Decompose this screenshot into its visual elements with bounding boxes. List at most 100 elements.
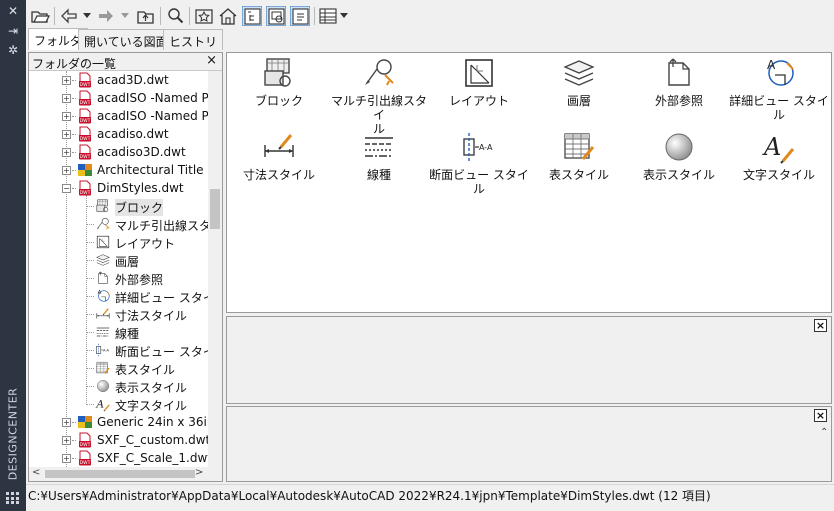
expand-icon[interactable]: + [62,418,71,427]
dwt-file-icon: DWT [77,90,93,106]
vertical-scrollbar[interactable] [208,71,222,467]
tree-subnode[interactable]: 画層 [29,251,208,269]
content-item-label: 寸法スタイル [242,168,315,182]
tree-node[interactable]: + DWT SXF_C_custom.dwt [29,431,208,449]
content-item[interactable]: 外部参照 [627,55,731,108]
scroll-left-icon[interactable]: < [32,467,40,478]
dwt-file-icon: DWT [77,126,93,142]
auto-hide-icon[interactable]: ⇥ [4,23,22,39]
expand-icon[interactable]: + [62,94,71,103]
scroll-up-icon[interactable]: ⌃ [820,427,828,438]
block-icon [227,55,331,91]
content-item[interactable]: 表スタイル [527,129,631,182]
tab-open-drawings[interactable]: 開いている図面 [78,29,174,50]
tree-node-label: 表スタイル [115,363,176,377]
tree-node[interactable]: + Generic 24in x 36in T [29,413,208,431]
forward-icon[interactable] [96,6,116,26]
textstyle-icon: A [727,129,831,165]
grid-icon [6,492,19,504]
dwt-file-icon: DWT [77,108,93,124]
close-icon[interactable]: × [206,53,217,68]
search-icon[interactable] [165,6,185,26]
tab-history[interactable]: ヒストリ [163,29,224,50]
scrollbar-thumb[interactable] [210,189,220,229]
home-icon[interactable] [218,6,238,26]
expand-icon[interactable]: + [62,130,71,139]
expand-icon[interactable]: + [62,76,71,85]
dwg-file-icon [77,414,93,430]
content-item[interactable]: ブロック [227,55,331,108]
tree-subnode[interactable]: 表示スタイル [29,377,208,395]
tree-node-label: ブロック [115,199,164,216]
content-item[interactable]: 寸法スタイル [227,129,331,182]
load-icon[interactable] [30,6,50,26]
tree-node[interactable]: + Architectural Title Blo [29,161,208,179]
expand-icon[interactable]: + [62,112,71,121]
toolbar [26,0,834,30]
content-item-label: 詳細ビュー スタイル [729,94,829,122]
linetype-icon [95,324,111,340]
content-item[interactable]: 線種 [327,129,431,182]
section-view-icon: A-A [95,342,111,358]
up-icon[interactable] [136,6,156,26]
expand-icon[interactable]: + [62,454,71,463]
content-item[interactable]: A 詳細ビュー スタイル [727,55,831,122]
tree-subnode[interactable]: A-A 断面ビュー スタイル [29,341,208,359]
content-item[interactable]: 画層 [527,55,631,108]
tree-subnode[interactable]: 線種 [29,323,208,341]
close-description-icon[interactable]: × [814,409,827,422]
expand-icon[interactable]: + [62,436,71,445]
properties-icon[interactable]: ✲ [4,42,22,58]
favorites-icon[interactable] [194,6,214,26]
expand-icon[interactable]: + [62,166,71,175]
tab-label: フォルダ [34,34,83,48]
scroll-right-icon[interactable]: > [195,467,203,478]
tree-node[interactable]: + DWT SXF_C_Scale_1.dwt [29,449,208,467]
views-dropdown-icon[interactable] [340,10,348,20]
scrollbar-thumb[interactable] [45,470,195,478]
tree-node[interactable]: + DWT acadiso3D.dwt [29,143,208,161]
expand-icon[interactable]: + [62,148,71,157]
visualstyle-icon [627,129,731,165]
content-item[interactable]: マルチ引出線スタイ ル [327,55,431,136]
views-icon[interactable] [318,6,338,26]
svg-text:DWT: DWT [80,118,91,124]
back-dropdown-icon[interactable] [83,10,91,20]
tree-subnode[interactable]: ブロック [29,197,208,216]
section-view-icon: A-A [427,129,531,165]
vertical-scrollbar[interactable]: ⌃ [817,427,831,481]
tree-node[interactable]: + DWT acad3D.dwt [29,71,208,89]
tree-subnode[interactable]: A 詳細ビュー スタイル [29,287,208,305]
tree-node-label: Architectural Title Blo [97,163,208,177]
tree-node[interactable]: + DWT acadISO -Named Plo [29,89,208,107]
back-icon[interactable] [59,6,79,26]
tree-node-label: 表示スタイル [115,381,188,395]
forward-dropdown-icon[interactable] [121,10,129,20]
collapse-icon[interactable]: − [62,184,71,193]
tree-subnode[interactable]: 外部参照 [29,269,208,287]
tree-subnode[interactable]: A 文字スタイル [29,395,208,413]
tree-subnode[interactable]: 寸法スタイル [29,305,208,323]
content-item[interactable]: A 文字スタイル [727,129,831,182]
content-item[interactable]: レイアウト [427,55,531,108]
tree-node[interactable]: + DWT acadiso.dwt [29,125,208,143]
tab-label: 開いている図面 [84,35,168,49]
tree-node[interactable]: − DWT DimStyles.dwt [29,179,208,197]
tree-node[interactable]: + DWT acadISO -Named Plo [29,107,208,125]
preview-toggle-icon[interactable] [266,6,286,26]
tree-view-toggle-icon[interactable] [242,6,262,26]
tree-subnode[interactable]: 表スタイル [29,359,208,377]
content-item-label: レイアウト [448,94,509,108]
horizontal-scrollbar[interactable]: < > [29,467,222,481]
tree-subnode[interactable]: レイアウト [29,233,208,251]
tree-subnode[interactable]: マルチ引出線スタイ [29,215,208,233]
close-icon[interactable]: ✕ [4,3,22,19]
close-preview-icon[interactable]: × [814,319,827,332]
palette-titlebar[interactable]: ✕ ⇥ ✲ DESIGNCENTER [0,0,26,511]
svg-text:DWT: DWT [80,136,91,142]
description-toggle-icon[interactable] [290,6,310,26]
content-item[interactable]: A-A 断面ビュー スタイル [427,129,531,196]
tree-node-label: 文字スタイル [115,399,188,413]
tree-node-label: acadiso3D.dwt [97,145,186,159]
content-item[interactable]: 表示スタイル [627,129,731,182]
